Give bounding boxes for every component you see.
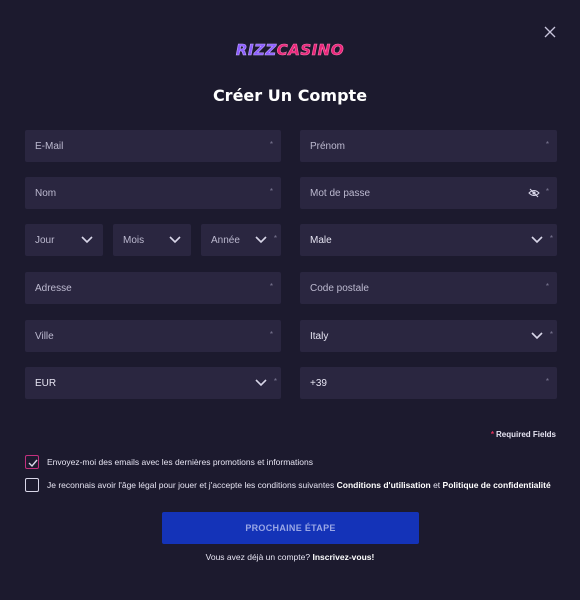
- terms-checkbox-row[interactable]: Je reconnais avoir l'âge légal pour joue…: [25, 478, 551, 492]
- password-placeholder: Mot de passe: [310, 187, 371, 199]
- required-marker: *: [269, 140, 273, 149]
- terms-of-use-link[interactable]: Conditions d'utilisation: [337, 480, 431, 490]
- chevron-down-icon: [531, 236, 543, 244]
- terms-checkbox[interactable]: [25, 478, 39, 492]
- required-marker: *: [549, 234, 553, 243]
- postal-code-placeholder: Code postale: [310, 282, 369, 294]
- chevron-down-icon: [255, 379, 267, 387]
- chevron-down-icon: [169, 236, 181, 244]
- terms-label-prefix: Je reconnais avoir l'âge légal pour joue…: [47, 480, 335, 490]
- year-select[interactable]: Année *: [201, 224, 281, 256]
- required-marker: *: [545, 187, 549, 196]
- eye-slash-icon[interactable]: [528, 188, 540, 198]
- gender-select[interactable]: Male *: [300, 224, 557, 256]
- city-field[interactable]: Ville *: [25, 320, 281, 352]
- required-marker: *: [545, 140, 549, 149]
- currency-select[interactable]: EUR *: [25, 367, 281, 399]
- currency-value: EUR: [35, 377, 57, 389]
- terms-label-joiner: et: [433, 480, 441, 490]
- promo-checkbox-row[interactable]: Envoyez-moi des emails avec les dernière…: [25, 455, 313, 469]
- chevron-down-icon: [81, 236, 93, 244]
- chevron-down-icon: [255, 236, 267, 244]
- privacy-policy-link[interactable]: Politique de confidentialité: [443, 480, 551, 490]
- terms-checkbox-label: Je reconnais avoir l'âge légal pour joue…: [47, 480, 551, 490]
- required-marker: *: [269, 330, 273, 339]
- email-placeholder: E-Mail: [35, 140, 64, 152]
- promo-checkbox-label: Envoyez-moi des emails avec les dernière…: [47, 457, 313, 467]
- year-label: Année: [211, 234, 240, 246]
- required-marker: *: [545, 282, 549, 291]
- required-marker: *: [273, 234, 277, 243]
- country-select[interactable]: Italy *: [300, 320, 557, 352]
- signin-prefix: Vous avez déjà un compte?: [205, 552, 311, 562]
- password-field[interactable]: Mot de passe *: [300, 177, 557, 209]
- signin-link[interactable]: Inscrivez-vous!: [312, 552, 374, 562]
- brand-logo: RIZZCASINO: [0, 40, 580, 60]
- signin-line: Vous avez déjà un compte? Inscrivez-vous…: [0, 552, 580, 562]
- page-title: Créer Un Compte: [212, 86, 368, 105]
- prenom-field[interactable]: Prénom *: [300, 130, 557, 162]
- country-value: Italy: [310, 330, 329, 342]
- chevron-down-icon: [531, 332, 543, 340]
- logo-part-2: CASINO: [276, 41, 345, 60]
- postal-code-field[interactable]: Code postale *: [300, 272, 557, 304]
- close-button[interactable]: [542, 24, 558, 40]
- required-marker: *: [549, 330, 553, 339]
- required-marker: *: [269, 282, 273, 291]
- prenom-placeholder: Prénom: [310, 140, 346, 152]
- nom-field[interactable]: Nom *: [25, 177, 281, 209]
- required-fields-text: Required Fields: [495, 430, 556, 439]
- required-fields-note: * Required Fields: [491, 430, 556, 439]
- checkmark-icon: [28, 459, 38, 468]
- required-marker: *: [545, 377, 549, 386]
- address-placeholder: Adresse: [35, 282, 72, 294]
- next-step-button[interactable]: PROCHAINE ÉTAPE: [162, 512, 419, 544]
- gender-value: Male: [310, 234, 332, 246]
- month-select[interactable]: Mois: [113, 224, 191, 256]
- required-star: *: [490, 430, 494, 439]
- required-marker: *: [269, 187, 273, 196]
- required-marker: *: [273, 377, 277, 386]
- day-select[interactable]: Jour: [25, 224, 103, 256]
- phone-value: +39: [310, 377, 327, 389]
- city-placeholder: Ville: [35, 330, 54, 342]
- promo-checkbox[interactable]: [25, 455, 39, 469]
- phone-field[interactable]: +39 *: [300, 367, 557, 399]
- logo-part-1: RIZZ: [235, 41, 277, 60]
- email-field[interactable]: E-Mail *: [25, 130, 281, 162]
- close-icon: [544, 26, 556, 38]
- nom-placeholder: Nom: [35, 187, 57, 199]
- address-field[interactable]: Adresse *: [25, 272, 281, 304]
